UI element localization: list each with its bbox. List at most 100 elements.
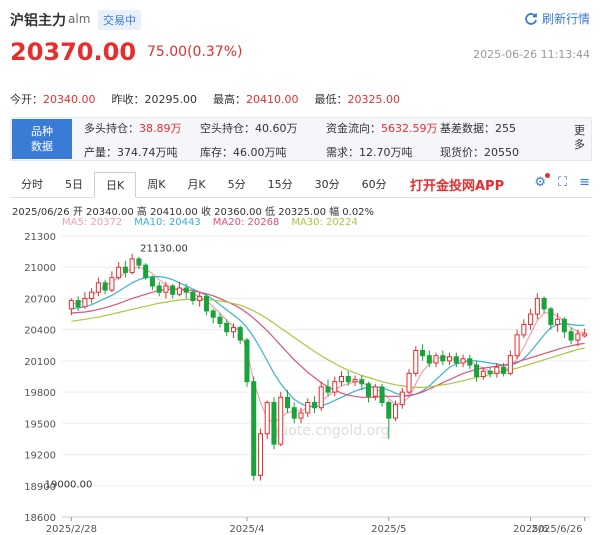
ma-legend-item: MA5: 20372 <box>62 217 123 228</box>
period-tab[interactable]: 5日 <box>54 172 94 198</box>
info-item: 空头持仓：40.60万 <box>200 120 326 136</box>
info-label: 空头持仓： <box>200 122 255 135</box>
y-tick-label: 19500 <box>24 419 56 430</box>
quote-label: 今开： <box>10 93 43 106</box>
candle-body <box>163 285 169 293</box>
refresh-button[interactable]: 刷新行情 <box>524 10 590 27</box>
more-link[interactable]: 更多 <box>574 124 586 152</box>
candle-body <box>453 356 459 364</box>
period-tab[interactable]: 30分 <box>304 172 351 198</box>
open-app-link[interactable]: 打开金投网APP <box>410 175 504 194</box>
candle-body <box>332 381 338 393</box>
adjust-icon[interactable]: ≡ <box>579 175 590 190</box>
period-tab[interactable]: 15分 <box>257 172 304 198</box>
ma-legend: MA5: 20372 MA10: 20443 MA20: 20268 MA30: 20… <box>62 217 358 228</box>
info-item: 现货价：20550 <box>440 144 530 160</box>
candle-body <box>217 316 223 324</box>
last-price: 20370.00 <box>10 38 137 66</box>
contract-code: alm <box>68 12 91 26</box>
candle-body <box>514 334 520 357</box>
x-tick-label: 2025/6/26 <box>531 524 582 535</box>
candle-body <box>264 402 270 435</box>
info-value: 374.74万吨 <box>117 146 178 159</box>
info-item: 多头持仓：38.89万 <box>84 120 200 136</box>
candle-body <box>365 383 372 397</box>
period-tab[interactable]: 月K <box>176 172 216 198</box>
candle-body <box>338 376 345 383</box>
candle-body <box>555 318 561 325</box>
candle-body <box>230 327 236 333</box>
period-tab[interactable]: 60分 <box>351 172 398 198</box>
info-value: 255 <box>495 122 516 135</box>
candle-body <box>170 285 176 295</box>
candle-body <box>203 295 209 312</box>
period-tab[interactable]: 5分 <box>217 172 257 198</box>
high-annotation: 21130.00 <box>140 244 188 255</box>
candle-body <box>501 366 507 374</box>
info-item: 资金流向：5632.59万 <box>326 120 440 136</box>
period-tab[interactable]: 日K <box>94 171 137 198</box>
candle-body <box>82 297 88 308</box>
tag-line-1: 品种 <box>31 125 53 138</box>
ma-line-ma30 <box>71 298 585 388</box>
candle-body <box>460 358 466 364</box>
candle-body <box>136 258 142 266</box>
candle-body <box>413 349 419 374</box>
y-tick-label: 20100 <box>24 357 56 368</box>
info-label: 多头持仓： <box>84 122 139 135</box>
candle-body <box>298 412 304 419</box>
quote-label: 最高： <box>213 93 246 106</box>
quote-item: 今开：20340.00 <box>10 91 96 107</box>
candle-body <box>143 264 149 279</box>
candle-body <box>372 386 378 397</box>
candle-body <box>386 402 392 419</box>
quote-value: 20340.00 <box>43 93 96 106</box>
candle-body <box>318 386 324 409</box>
candle-body <box>548 308 554 325</box>
low-annotation: 19000.00 <box>45 479 93 490</box>
y-tick-label: 19200 <box>24 451 56 462</box>
candle-body <box>116 266 122 279</box>
quote-label: 最低： <box>314 93 348 106</box>
y-tick-label: 20700 <box>24 294 56 305</box>
candle-body <box>68 300 74 310</box>
candle-body <box>575 333 581 341</box>
quote-summary: 今开：20340.00 昨收：20295.00 最高：20410.00 最低：2032… <box>10 91 400 107</box>
info-value: 46.00万吨 <box>233 146 287 159</box>
x-tick-label: 2025/4 <box>229 524 264 535</box>
candle-body <box>305 402 311 414</box>
settings-icon[interactable]: ⚙ <box>534 173 550 190</box>
candle-body <box>406 372 412 393</box>
candle-body <box>541 297 547 310</box>
period-tab[interactable]: 周K <box>136 172 176 198</box>
ma-legend-item: MA10: 20443 <box>134 217 201 228</box>
ohlc-line: 2025/06/26 开 20340.00 高 20410.00 收 20360… <box>12 207 375 218</box>
candle-body <box>102 282 108 291</box>
candle-body <box>224 322 230 333</box>
ma-legend-item: MA20: 20268 <box>212 217 280 228</box>
candle-body <box>494 366 500 374</box>
variety-data-tag[interactable]: 品种 数据 <box>12 119 72 159</box>
info-item: 基差数据：255 <box>440 120 530 136</box>
candle-body <box>474 364 480 377</box>
candle-body <box>291 407 297 419</box>
candle-body <box>379 386 385 404</box>
candle-body <box>311 402 318 409</box>
candle-body <box>176 287 182 295</box>
info-item: 需求：12.70万吨 <box>326 144 440 160</box>
info-value: 40.60万 <box>255 122 298 135</box>
ma-legend-item: MA30: 20224 <box>291 217 358 228</box>
candle-body <box>467 358 473 366</box>
candle-body <box>420 349 426 357</box>
quote-item: 最高：20410.00 <box>213 91 299 107</box>
candle-body <box>487 370 493 374</box>
candle-body <box>393 404 399 419</box>
info-value: 38.89万 <box>139 122 182 135</box>
period-tab[interactable]: 分时 <box>10 172 54 198</box>
kline-chart[interactable]: 21300 21000 20700 20400 20100 19800 19500 19200… <box>0 228 600 535</box>
quote-item: 昨收：20295.00 <box>112 91 198 107</box>
candle-body <box>359 379 365 385</box>
candle-body <box>528 313 534 325</box>
fullscreen-icon[interactable]: ⛶ <box>558 175 567 190</box>
candle-body <box>237 327 243 341</box>
